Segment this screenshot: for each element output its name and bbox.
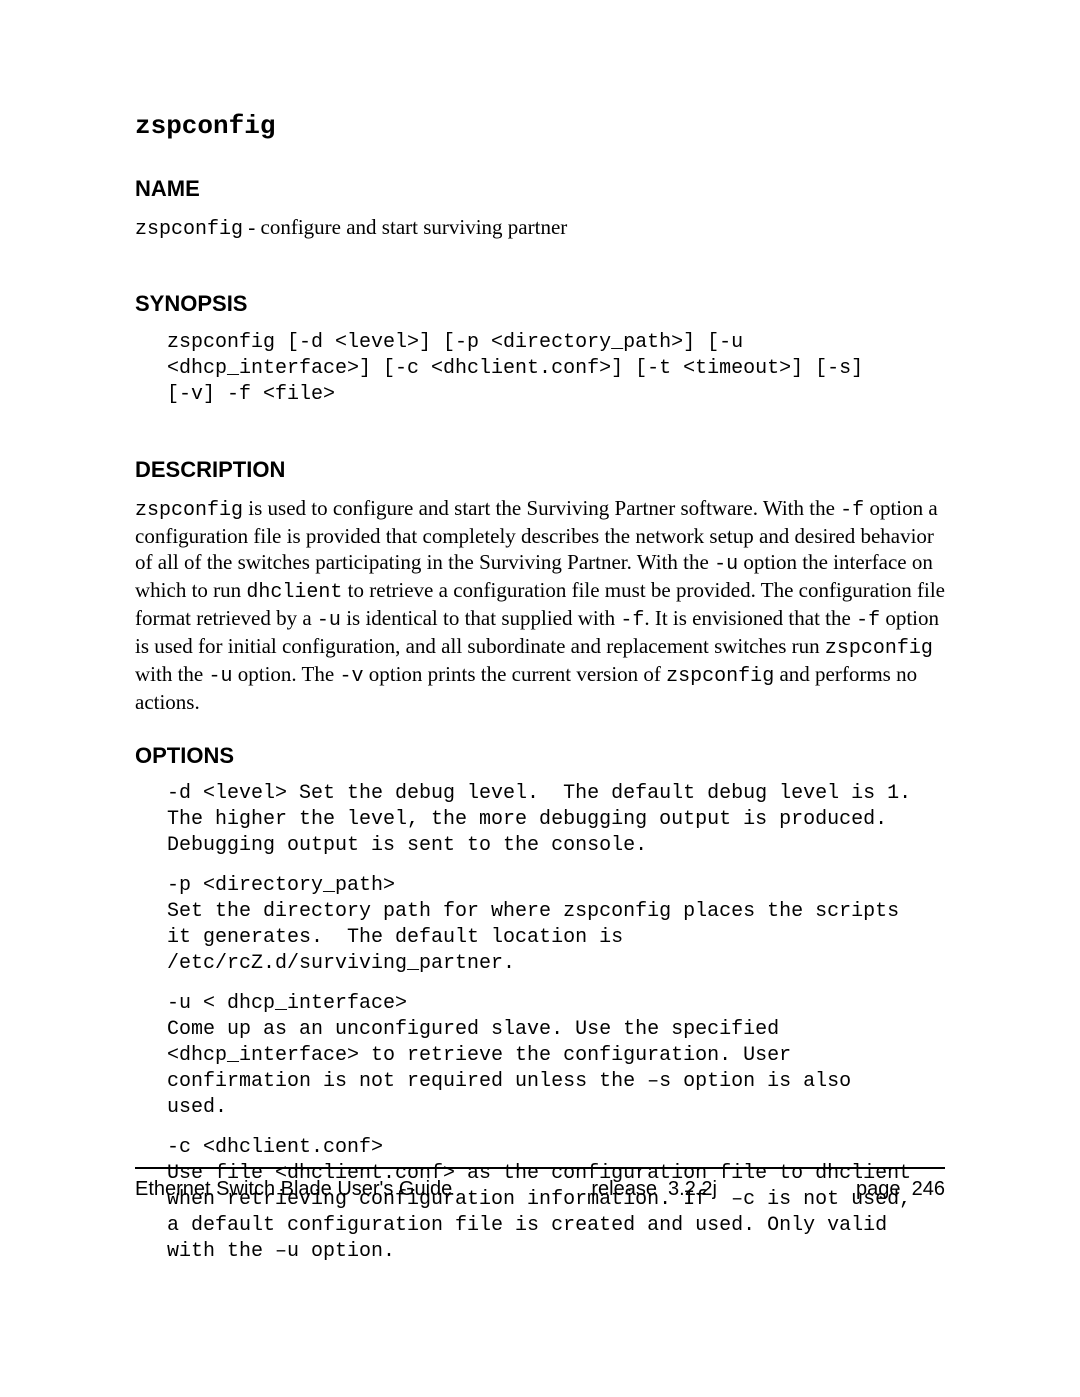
description-paragraph: zspconfig is used to configure and start… — [135, 495, 945, 716]
footer-page: page 246 — [856, 1177, 945, 1202]
cmd-name: zspconfig — [135, 218, 243, 241]
name-line: zspconfig - configure and start survivin… — [135, 214, 945, 242]
desc-text: is identical to that supplied with — [341, 606, 620, 630]
inline-flag: -u — [209, 665, 233, 688]
footer-bar: Ethernet Switch Blade User's Guide relea… — [135, 1177, 945, 1202]
inline-flag: -f — [620, 609, 644, 632]
inline-flag: -v — [339, 665, 363, 688]
inline-cmd: zspconfig — [825, 637, 933, 660]
desc-text: option prints the current version of — [363, 662, 666, 686]
footer-release: release 3.2.2j — [591, 1177, 717, 1202]
man-page: zspconfig NAME zspconfig - configure and… — [0, 0, 1080, 1397]
inline-cmd: dhclient — [246, 581, 342, 604]
inline-cmd: zspconfig — [135, 499, 243, 522]
desc-text: is used to configure and start the Survi… — [243, 496, 840, 520]
inline-cmd: zspconfig — [666, 665, 774, 688]
desc-text: . It is envisioned that the — [644, 606, 856, 630]
inline-flag: -u — [714, 553, 738, 576]
inline-flag: -u — [317, 609, 341, 632]
option-item: -u < dhcp_interface> Come up as an uncon… — [167, 991, 945, 1121]
section-heading-name: NAME — [135, 175, 945, 203]
section-heading-options: OPTIONS — [135, 742, 945, 770]
footer-doc-title: Ethernet Switch Blade User's Guide — [135, 1177, 452, 1202]
page-footer: Ethernet Switch Blade User's Guide relea… — [135, 1167, 945, 1202]
desc-text: option. The — [233, 662, 340, 686]
inline-flag: -f — [840, 499, 864, 522]
desc-text: with the — [135, 662, 209, 686]
option-item: -d <level> Set the debug level. The defa… — [167, 781, 945, 859]
name-desc: - configure and start surviving partner — [243, 215, 567, 239]
command-title: zspconfig — [135, 110, 945, 143]
synopsis-text: zspconfig [-d <level>] [-p <directory_pa… — [167, 330, 945, 408]
option-item: -p <directory_path> Set the directory pa… — [167, 873, 945, 977]
inline-flag: -f — [856, 609, 880, 632]
section-heading-description: DESCRIPTION — [135, 456, 945, 484]
footer-rule — [135, 1167, 945, 1169]
section-heading-synopsis: SYNOPSIS — [135, 290, 945, 318]
